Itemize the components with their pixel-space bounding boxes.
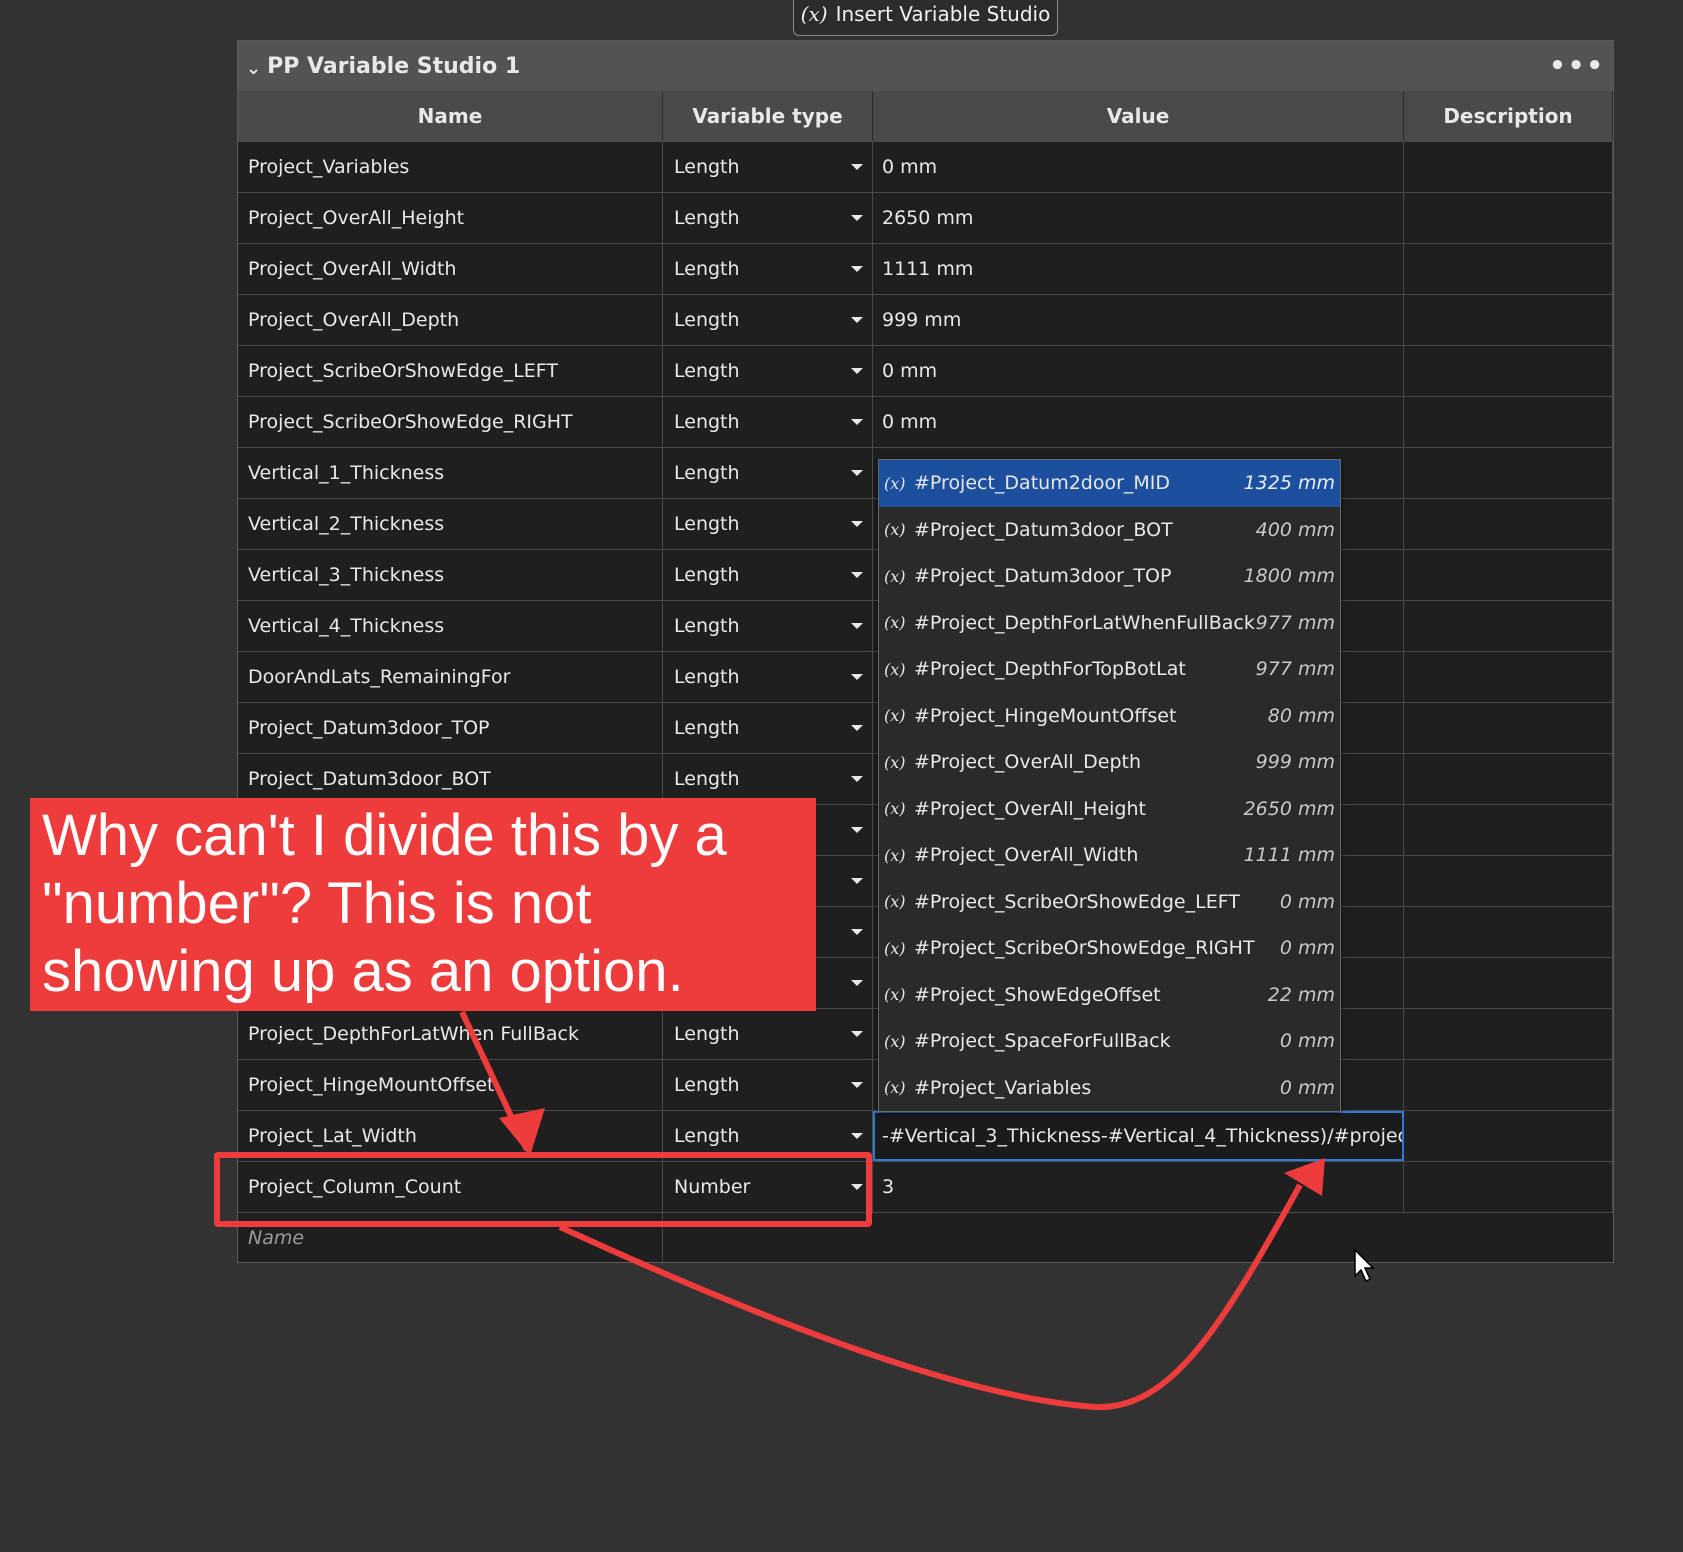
arrow-head-lat-width [499,1108,545,1156]
annotation-arrows [459,1010,1375,1411]
mouse-cursor-icon [1354,1248,1375,1283]
arrow-head-value-field [1284,1158,1325,1196]
arrow-to-value-field [558,1183,1303,1411]
